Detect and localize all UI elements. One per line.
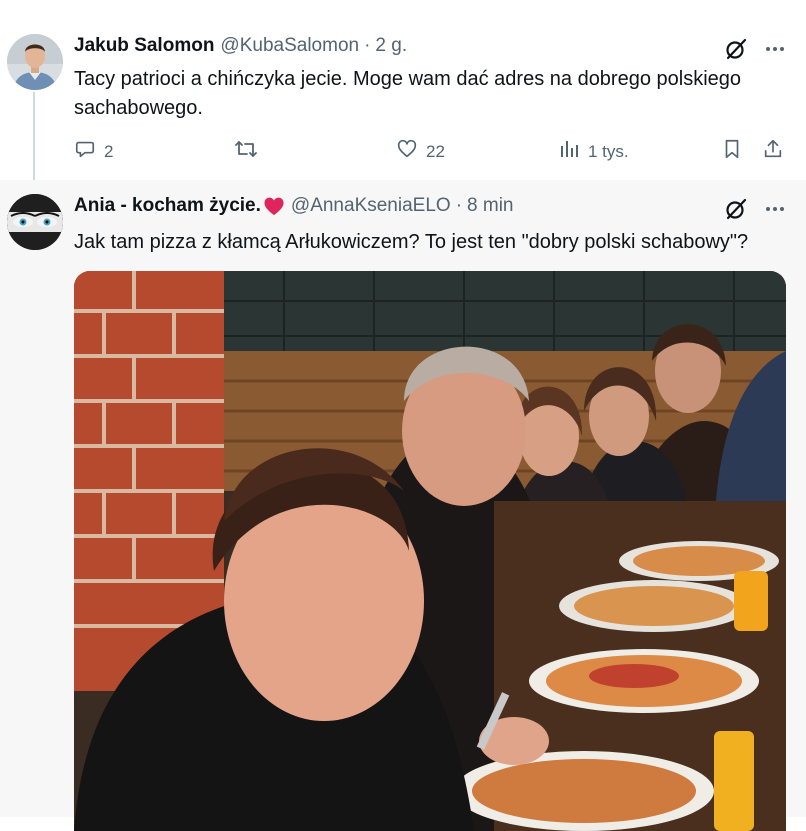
user-handle[interactable]: @AnnaKseniaELO [291, 195, 451, 217]
more-icon[interactable] [764, 38, 786, 65]
separator-dot: · [364, 35, 371, 56]
timestamp[interactable]: 2 g. [375, 35, 407, 57]
display-name[interactable]: Jakub Salomon [74, 35, 214, 57]
separator-dot: · [455, 195, 463, 216]
timestamp[interactable]: 8 min [467, 195, 513, 217]
reply-button[interactable]: 2 [74, 138, 113, 165]
views-count: 1 tys. [588, 141, 629, 161]
tweet-header: Ania - kocham życie. @AnnaKseniaELO · 8 … [74, 195, 513, 217]
tweet-jakub-salomon[interactable]: Jakub Salomon @KubaSalomon · 2 g. Tacy p… [0, 0, 806, 180]
display-name[interactable]: Ania - kocham życie. [74, 195, 261, 217]
tweet-photo[interactable] [74, 271, 786, 831]
like-count: 22 [426, 141, 445, 161]
views-button[interactable]: 1 tys. [558, 138, 629, 165]
header-actions [724, 37, 786, 66]
like-button[interactable]: 22 [396, 138, 445, 165]
bookmark-icon [721, 138, 743, 165]
tweet-text: Jak tam pizza z kłamcą Arłukowiczem? To … [74, 231, 749, 253]
grok-icon[interactable] [724, 37, 748, 66]
header-actions [724, 197, 786, 226]
tweet-actions: 2 22 1 tys. [74, 138, 786, 164]
reply-count: 2 [104, 141, 114, 161]
thread-line-connector [33, 92, 35, 180]
tweet-text: Tacy patrioci a chińczyka jecie. Moge wa… [74, 68, 742, 119]
tweet-header: Jakub Salomon @KubaSalomon · 2 g. [74, 35, 407, 57]
grok-icon[interactable] [724, 197, 748, 226]
reply-icon [74, 138, 96, 165]
share-icon [762, 138, 784, 165]
like-icon [396, 138, 418, 165]
heart-emoji-icon [263, 196, 285, 216]
views-icon [558, 138, 580, 165]
tweet-ania[interactable]: Ania - kocham życie. @AnnaKseniaELO · 8 … [0, 180, 806, 831]
repost-button[interactable] [234, 138, 266, 165]
avatar[interactable] [7, 34, 63, 90]
more-icon[interactable] [764, 198, 786, 225]
user-handle[interactable]: @KubaSalomon [220, 35, 359, 57]
share-button[interactable] [762, 138, 784, 165]
avatar[interactable] [7, 194, 63, 250]
bookmark-button[interactable] [721, 138, 743, 165]
repost-icon [234, 138, 258, 165]
